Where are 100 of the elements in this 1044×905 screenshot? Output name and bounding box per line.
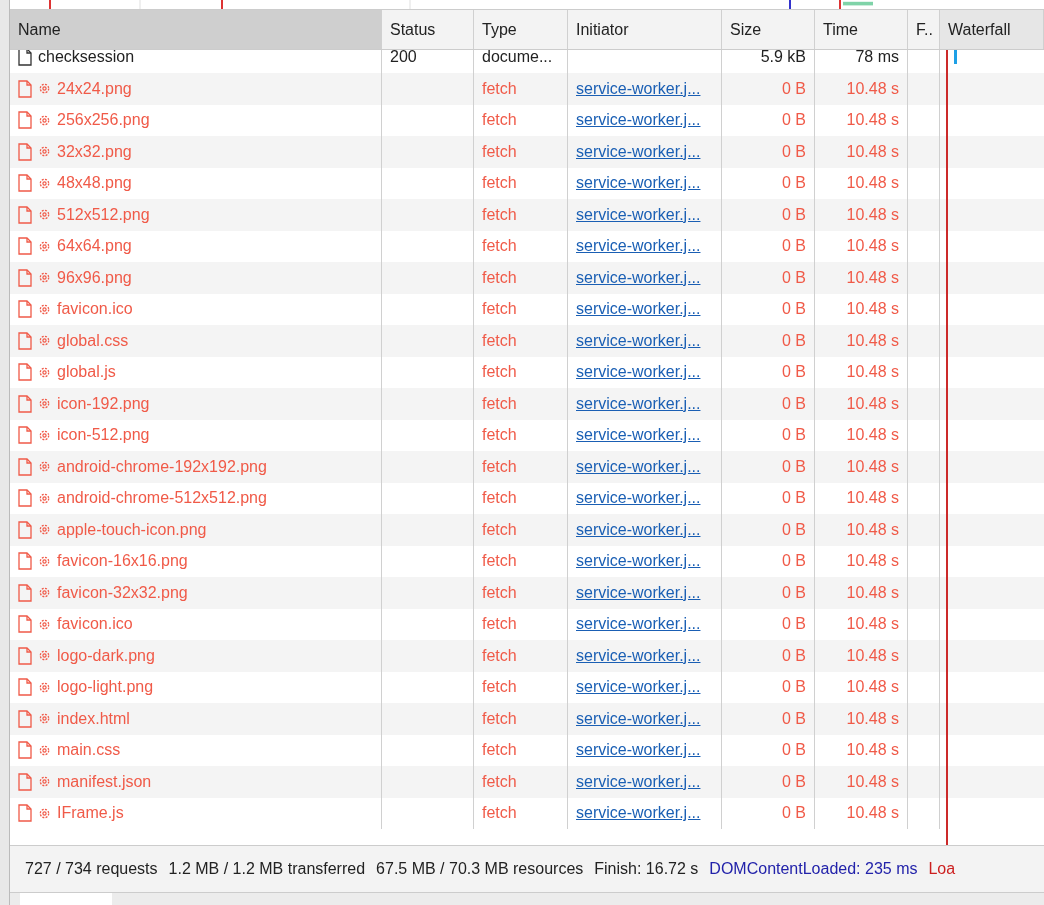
type-cell-text: fetch xyxy=(482,582,517,603)
request-row[interactable]: 512x512.png fetch service-worker.j... 0 B 10.48 s xyxy=(10,199,1044,231)
initiator-link[interactable]: service-worker.j... xyxy=(576,391,701,416)
gear-icon xyxy=(38,554,51,568)
size-cell-text: 0 B xyxy=(782,330,806,351)
gear-icon xyxy=(38,302,51,316)
type-cell-text: fetch xyxy=(482,771,517,792)
initiator-link[interactable]: service-worker.j... xyxy=(576,612,701,637)
status-text: 1.2 MB / 1.2 MB transferred xyxy=(168,859,366,879)
file-icon xyxy=(18,300,32,319)
initiator-link[interactable]: service-worker.j... xyxy=(576,297,701,322)
gear-icon xyxy=(38,523,51,537)
initiator-link[interactable]: service-worker.j... xyxy=(576,360,701,385)
type-cell-text: fetch xyxy=(482,299,517,320)
size-cell-text: 0 B xyxy=(782,708,806,729)
request-name: 512x512.png xyxy=(57,204,150,225)
gear-icon xyxy=(38,208,51,222)
request-row[interactable]: 96x96.png fetch service-worker.j... 0 B 10.48 s xyxy=(10,262,1044,294)
request-name: 32x32.png xyxy=(57,141,132,162)
request-row[interactable]: logo-dark.png fetch service-worker.j... 0 B 10.48 s xyxy=(10,640,1044,672)
request-row[interactable]: android-chrome-192x192.png fetch service-worker.j... 0 B 10.48 s xyxy=(10,451,1044,483)
initiator-link[interactable]: service-worker.j... xyxy=(576,171,701,196)
request-row[interactable]: apple-touch-icon.png fetch service-worker.j... 0 B 10.48 s xyxy=(10,514,1044,546)
type-cell-text: fetch xyxy=(482,267,517,288)
initiator-link[interactable]: service-worker.j... xyxy=(576,454,701,479)
size-cell-text: 0 B xyxy=(782,551,806,572)
gear-icon xyxy=(38,365,51,379)
column-header[interactable]: Type xyxy=(474,10,568,49)
request-row[interactable]: favicon-32x32.png fetch service-worker.j... 0 B 10.48 s xyxy=(10,577,1044,609)
initiator-link[interactable]: service-worker.j... xyxy=(576,517,701,542)
drawer-tab[interactable] xyxy=(20,893,112,905)
file-icon xyxy=(18,426,32,445)
gear-icon xyxy=(38,113,51,127)
initiator-link[interactable]: service-worker.j... xyxy=(576,328,701,353)
time-cell-text: 10.48 s xyxy=(846,708,899,729)
initiator-link[interactable]: service-worker.j... xyxy=(576,738,701,763)
status-text: 727 / 734 requests xyxy=(25,859,158,879)
column-header[interactable]: Size xyxy=(722,10,815,49)
type-cell-text: fetch xyxy=(482,110,517,131)
initiator-link[interactable]: service-worker.j... xyxy=(576,202,701,227)
time-cell-text: 10.48 s xyxy=(846,456,899,477)
request-row[interactable]: 24x24.png fetch service-worker.j... 0 B 10.48 s xyxy=(10,73,1044,105)
gear-icon xyxy=(38,334,51,348)
gear-icon xyxy=(38,271,51,285)
initiator-link[interactable]: service-worker.j... xyxy=(576,801,701,826)
time-cell-text: 10.48 s xyxy=(846,362,899,383)
time-cell-text: 10.48 s xyxy=(846,582,899,603)
request-name: 256x256.png xyxy=(57,110,150,131)
status-cell-text: 200 xyxy=(390,50,417,68)
column-header[interactable]: Status xyxy=(382,10,474,49)
initiator-link[interactable]: service-worker.j... xyxy=(576,423,701,448)
initiator-link[interactable]: service-worker.j... xyxy=(576,580,701,605)
time-cell-text: 10.48 s xyxy=(846,330,899,351)
gear-icon xyxy=(38,712,51,726)
size-cell-text: 5.9 kB xyxy=(760,50,806,68)
initiator-link[interactable]: service-worker.j... xyxy=(576,265,701,290)
initiator-link[interactable]: service-worker.j... xyxy=(576,706,701,731)
gear-icon xyxy=(38,586,51,600)
status-text: 67.5 MB / 70.3 MB resources xyxy=(376,859,584,879)
type-cell-text: fetch xyxy=(482,803,517,824)
request-name: favicon.ico xyxy=(57,299,133,320)
column-header[interactable]: Time xyxy=(815,10,908,49)
request-name: logo-light.png xyxy=(57,677,154,698)
initiator-link[interactable]: service-worker.j... xyxy=(576,76,701,101)
initiator-link[interactable]: service-worker.j... xyxy=(576,234,701,259)
initiator-link[interactable]: service-worker.j... xyxy=(576,108,701,133)
type-cell-text: fetch xyxy=(482,614,517,635)
column-header[interactable]: Initiator xyxy=(568,10,722,49)
file-icon xyxy=(18,741,32,760)
time-cell-text: 10.48 s xyxy=(846,78,899,99)
size-cell-text: 0 B xyxy=(782,614,806,635)
gear-icon xyxy=(38,176,51,190)
initiator-link[interactable]: service-worker.j... xyxy=(576,139,701,164)
gear-icon xyxy=(38,428,51,442)
gear-icon xyxy=(38,491,51,505)
file-icon xyxy=(18,205,32,224)
initiator-link[interactable]: service-worker.j... xyxy=(576,549,701,574)
column-header[interactable]: Name xyxy=(10,10,382,49)
file-icon xyxy=(18,520,32,539)
initiator-link[interactable]: service-worker.j... xyxy=(576,769,701,794)
column-header[interactable]: Waterfall xyxy=(940,10,1044,49)
file-icon xyxy=(18,457,32,476)
request-row[interactable]: manifest.json fetch service-worker.j... 0 B 10.48 s xyxy=(10,766,1044,798)
status-text: Finish: 16.72 s xyxy=(594,859,699,879)
size-cell-text: 0 B xyxy=(782,299,806,320)
request-name: apple-touch-icon.png xyxy=(57,519,207,540)
initiator-link[interactable]: service-worker.j... xyxy=(576,675,701,700)
size-cell-text: 0 B xyxy=(782,803,806,824)
request-row[interactable]: 32x32.png fetch service-worker.j... 0 B 10.48 s xyxy=(10,136,1044,168)
request-row[interactable]: global.css fetch service-worker.j... 0 B 10.48 s xyxy=(10,325,1044,357)
size-cell-text: 0 B xyxy=(782,771,806,792)
request-row[interactable]: icon-192.png fetch service-worker.j... 0 B 10.48 s xyxy=(10,388,1044,420)
type-cell-text: fetch xyxy=(482,708,517,729)
initiator-link[interactable]: service-worker.j... xyxy=(576,486,701,511)
gear-icon xyxy=(38,806,51,820)
request-row[interactable]: index.html fetch service-worker.j... 0 B 10.48 s xyxy=(10,703,1044,735)
time-cell-text: 10.48 s xyxy=(846,141,899,162)
initiator-link[interactable]: service-worker.j... xyxy=(576,643,701,668)
file-icon xyxy=(18,111,32,130)
file-icon xyxy=(18,79,32,98)
